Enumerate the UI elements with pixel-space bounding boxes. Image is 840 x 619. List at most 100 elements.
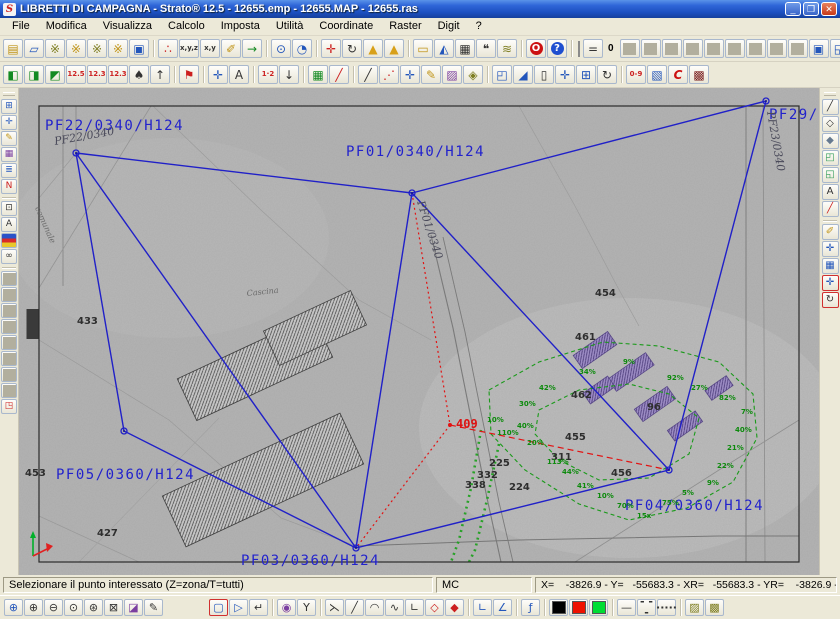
color-red-swatch[interactable] (569, 599, 588, 616)
flag-colors-icon[interactable]: ▤ (1, 233, 17, 248)
close-button[interactable]: ✕ (821, 2, 837, 16)
raster-up-icon[interactable]: ◩ (45, 65, 65, 84)
color-black-swatch[interactable] (549, 599, 568, 616)
pattern-icon[interactable]: ◈ (463, 65, 483, 84)
north-n-icon[interactable]: N (1, 179, 17, 194)
comment-icon[interactable]: ❝ (476, 39, 496, 58)
pencil-icon[interactable]: ✎ (144, 599, 163, 616)
raster-left-icon[interactable]: ◧ (3, 65, 23, 84)
toolbar-handle[interactable] (824, 92, 836, 96)
axis-poly-icon[interactable]: ∠ (493, 599, 512, 616)
measure-line-icon[interactable]: ╱ (358, 65, 378, 84)
hatch1-icon[interactable]: ▨ (685, 599, 704, 616)
drop-point-icon[interactable]: ↓ (279, 65, 299, 84)
filter-icon[interactable]: Y (297, 599, 316, 616)
warning-zone-icon[interactable]: ▲ (363, 39, 383, 58)
segment-icon[interactable]: ╱ (345, 599, 364, 616)
paste-object-icon[interactable]: ◱ (822, 167, 839, 183)
station-new-icon[interactable]: ※ (45, 39, 65, 58)
red-line-icon[interactable]: ╱ (822, 201, 839, 217)
print-icon[interactable]: ▦ (455, 39, 475, 58)
polygon-filled-icon[interactable]: ◆ (822, 133, 839, 149)
points-view-icon[interactable]: ∴ (158, 39, 178, 58)
red-segment-icon[interactable]: ╱ (329, 65, 349, 84)
station-open-icon[interactable]: ※ (66, 39, 86, 58)
rotate-red-icon[interactable]: ↻ (822, 292, 839, 308)
binoculars-icon[interactable]: ∞ (1, 249, 17, 264)
curve-c-icon[interactable]: C (668, 65, 688, 84)
polygon-close-icon[interactable]: ◆ (445, 599, 464, 616)
text-lines-icon[interactable]: ≣ (1, 163, 17, 178)
quota-down-icon[interactable]: 12.3 (87, 65, 107, 84)
menu-coordinate[interactable]: Coordinate (311, 19, 381, 34)
eraser-icon[interactable]: ◪ (124, 599, 143, 616)
station-list-icon[interactable]: ※ (108, 39, 128, 58)
menu-file[interactable]: File (4, 19, 38, 34)
quota-up-icon[interactable]: 12.5 (66, 65, 86, 84)
line-weight-icon[interactable]: = (583, 39, 603, 58)
points-xyz-icon[interactable]: x,y,z (179, 39, 199, 58)
menu-utilit-[interactable]: Utilità (268, 19, 312, 34)
zoom-in-icon[interactable]: ⊕ (4, 599, 23, 616)
spline-icon[interactable]: ∿ (385, 599, 404, 616)
grid-cross-icon[interactable]: ✛ (555, 65, 575, 84)
axis-l-icon[interactable]: ∟ (473, 599, 492, 616)
digits-icon[interactable]: 0-9 (626, 65, 646, 84)
zoom-previous-icon[interactable]: ⊛ (84, 599, 103, 616)
restore-button[interactable]: ❐ (803, 2, 819, 16)
pan-icon[interactable]: ✛ (1, 115, 17, 130)
menu-visualizza[interactable]: Visualizza (95, 19, 160, 34)
zoom-window-icon[interactable]: ⊞ (1, 99, 17, 114)
points-xy-icon[interactable]: x,y (200, 39, 220, 58)
color-green-swatch[interactable] (589, 599, 608, 616)
menu-calcolo[interactable]: Calcolo (160, 19, 213, 34)
menu-raster[interactable]: Raster (381, 19, 429, 34)
colors-icon[interactable]: ▦ (1, 147, 17, 162)
edit-pencil-icon[interactable]: ✐ (221, 39, 241, 58)
zoom-plus-icon[interactable]: ⊕ (24, 599, 43, 616)
menu-digit[interactable]: Digit (430, 19, 468, 34)
hatch2-icon[interactable]: ▩ (705, 599, 724, 616)
minimize-button[interactable]: _ (785, 2, 801, 16)
survey-map[interactable]: 409 PF22/0340/H124PF01/0340/H124PF29/lPF… (19, 88, 819, 575)
help-icon[interactable]: ? (547, 39, 567, 58)
polygon-open-icon[interactable]: ◇ (425, 599, 444, 616)
text-box-icon[interactable]: A (229, 65, 249, 84)
menu-imposta[interactable]: Imposta (213, 19, 268, 34)
menu--[interactable]: ? (468, 19, 490, 34)
line-dashed-icon[interactable]: - - - (637, 599, 656, 616)
station-edit-icon[interactable]: ※ (87, 39, 107, 58)
layers-icon[interactable]: ◱ (830, 39, 840, 58)
label-a-icon[interactable]: A (1, 217, 17, 232)
rotate2-icon[interactable]: ↻ (597, 65, 617, 84)
small-grid-icon[interactable]: ▦ (822, 258, 839, 274)
select-arrow-icon[interactable]: ▷ (229, 599, 248, 616)
return-icon[interactable]: ↵ (249, 599, 268, 616)
frame-move-icon[interactable]: ⊞ (576, 65, 596, 84)
map-canvas[interactable]: 409 PF22/0340/H124PF01/0340/H124PF29/lPF… (19, 88, 819, 575)
libretti-table-icon[interactable]: ▤ (3, 39, 23, 58)
select-window-icon[interactable]: ▢ (209, 599, 228, 616)
zoom-dynamic-icon[interactable]: ⊙ (64, 599, 83, 616)
refresh-ring-icon[interactable]: ◔ (292, 39, 312, 58)
polygon-outline-icon[interactable]: ◇ (822, 116, 839, 132)
renumber-icon[interactable]: 1·2 (258, 65, 278, 84)
move-red-icon[interactable]: ✛ (822, 275, 839, 291)
curve-f-icon[interactable]: ƒ (521, 599, 540, 616)
move-point-icon[interactable]: ✛ (208, 65, 228, 84)
tree-icon[interactable]: ♠ (129, 65, 149, 84)
zoom-out-icon[interactable]: ⊖ (44, 599, 63, 616)
zoom-search-icon[interactable]: ⊙ (271, 39, 291, 58)
mini-layers-icon[interactable]: ◳ (1, 399, 17, 414)
slope-icon[interactable]: ◢ (513, 65, 533, 84)
save-icon[interactable]: ▣ (129, 39, 149, 58)
move-all-icon[interactable]: ✛ (400, 65, 420, 84)
line-solid-icon[interactable]: — (617, 599, 636, 616)
line-dotted-icon[interactable]: ····· (657, 599, 676, 616)
draw-line-icon[interactable]: ╱ (822, 99, 839, 115)
palette-icon[interactable]: ▨ (442, 65, 462, 84)
raster-frame-icon[interactable]: ▦ (308, 65, 328, 84)
new-document-icon[interactable]: ▱ (24, 39, 44, 58)
arc-icon[interactable]: ◠ (365, 599, 384, 616)
dark-grid-icon[interactable]: ▩ (689, 65, 709, 84)
